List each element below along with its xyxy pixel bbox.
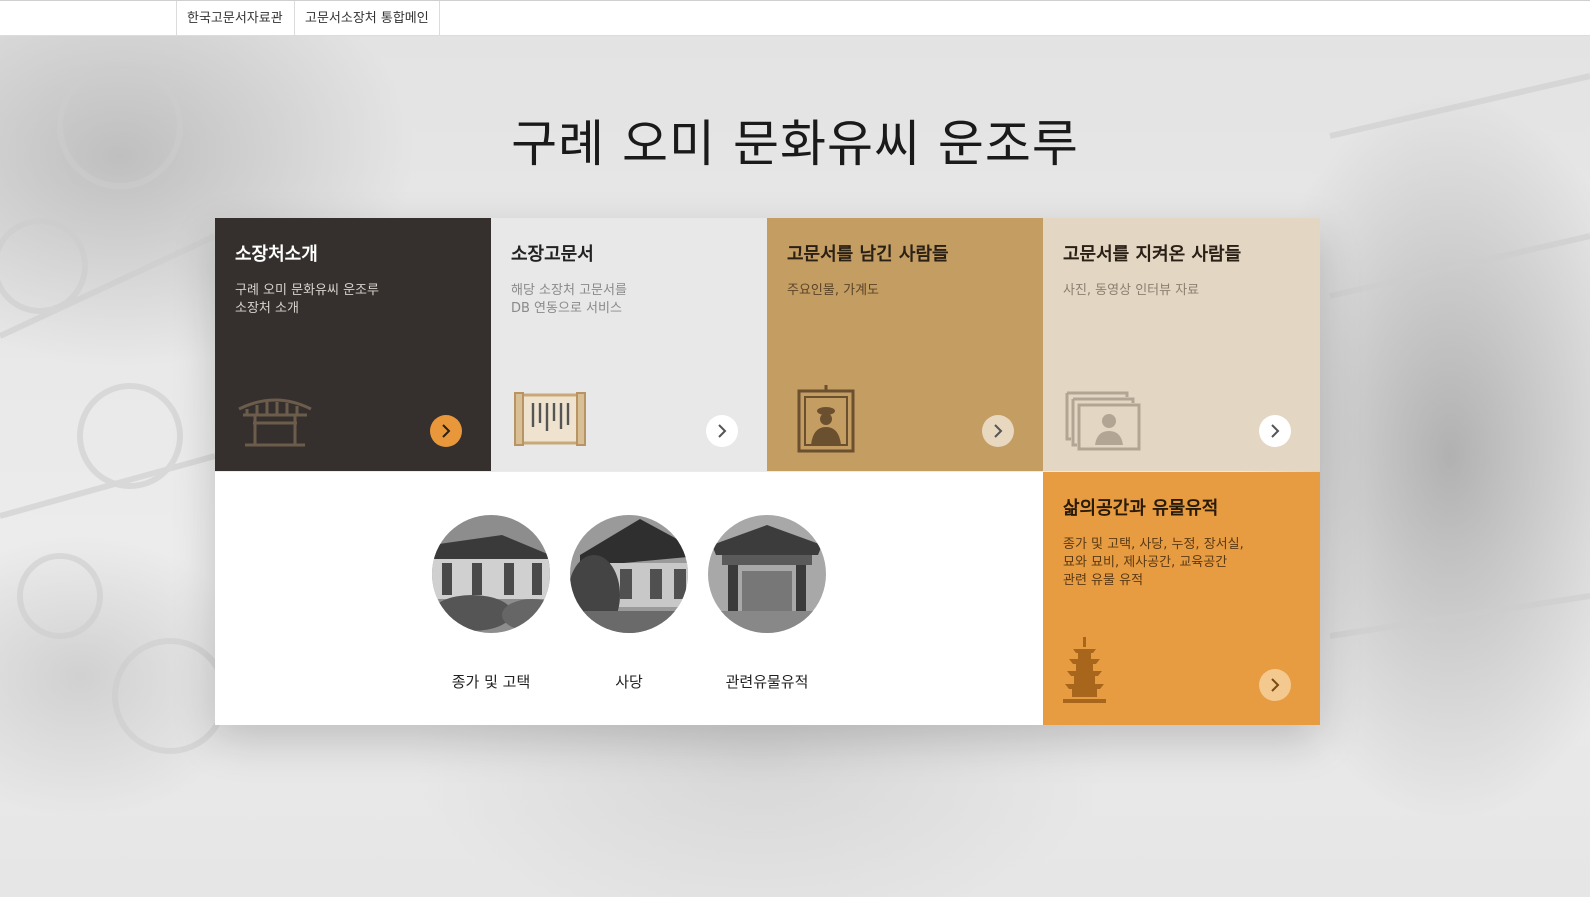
pavilion-icon	[233, 383, 317, 453]
heritage-gallery: 종가 및 고택 사당 관련유물유적	[215, 472, 1043, 725]
gallery-item-head-house[interactable]: 종가 및 고택	[432, 515, 550, 692]
card-title: 고문서를 지켜온 사람들	[1063, 244, 1242, 265]
gallery-caption[interactable]: 관련유물유적	[708, 671, 826, 692]
card-description: 주요인물, 가계도	[787, 283, 879, 298]
card-description: 해당 소장처 고문서를 DB 연동으로 서비스	[511, 283, 627, 316]
photo-stack-icon	[1061, 383, 1145, 453]
card-title: 소장고문서	[511, 244, 594, 265]
gallery-item-relics[interactable]: 관련유물유적	[708, 515, 826, 692]
pagoda-icon	[1061, 637, 1145, 707]
top-navigation: 한국고문서자료관 고문서소장처 통합메인	[0, 0, 1590, 36]
card-title: 삶의공간과 유물유적	[1063, 498, 1219, 519]
chevron-right-icon[interactable]	[1259, 415, 1291, 447]
card-document-keepers[interactable]: 고문서를 지켜온 사람들 사진, 동영상 인터뷰 자료	[1043, 218, 1320, 471]
gallery-item-shrine[interactable]: 사당	[570, 515, 688, 692]
chevron-right-icon[interactable]	[1259, 669, 1291, 701]
archive-home-link[interactable]: 한국고문서자료관	[176, 1, 294, 36]
card-description: 사진, 동영상 인터뷰 자료	[1063, 283, 1200, 298]
card-title: 고문서를 남긴 사람들	[787, 244, 949, 265]
gallery-caption[interactable]: 종가 및 고택	[432, 671, 550, 692]
chevron-right-icon[interactable]	[706, 415, 738, 447]
card-description: 구례 오미 문화유씨 운조루 소장처 소개	[235, 283, 379, 316]
head-house-photo[interactable]	[432, 515, 550, 633]
card-document-authors[interactable]: 고문서를 남긴 사람들 주요인물, 가계도	[767, 218, 1043, 471]
chevron-right-icon[interactable]	[430, 415, 462, 447]
menu-panel: 소장처소개 구례 오미 문화유씨 운조루 소장처 소개 소장고문서 해당 소장처…	[215, 218, 1320, 725]
scroll-icon	[509, 383, 593, 453]
card-living-space-heritage[interactable]: 삶의공간과 유물유적 종가 및 고택, 사당, 누정, 장서실, 묘와 묘비, …	[1043, 472, 1320, 725]
shrine-photo[interactable]	[570, 515, 688, 633]
card-description: 종가 및 고택, 사당, 누정, 장서실, 묘와 묘비, 제사공간, 교육공간 …	[1063, 537, 1244, 588]
card-collection-intro[interactable]: 소장처소개 구례 오미 문화유씨 운조루 소장처 소개	[215, 218, 491, 471]
gallery-caption[interactable]: 사당	[570, 671, 688, 692]
portrait-icon	[785, 383, 869, 453]
integrated-main-link[interactable]: 고문서소장처 통합메인	[294, 1, 440, 36]
card-collection-documents[interactable]: 소장고문서 해당 소장처 고문서를 DB 연동으로 서비스	[491, 218, 767, 471]
chevron-right-icon[interactable]	[982, 415, 1014, 447]
relics-photo[interactable]	[708, 515, 826, 633]
page-title: 구례 오미 문화유씨 운조루	[511, 115, 1079, 173]
card-title: 소장처소개	[235, 244, 318, 265]
